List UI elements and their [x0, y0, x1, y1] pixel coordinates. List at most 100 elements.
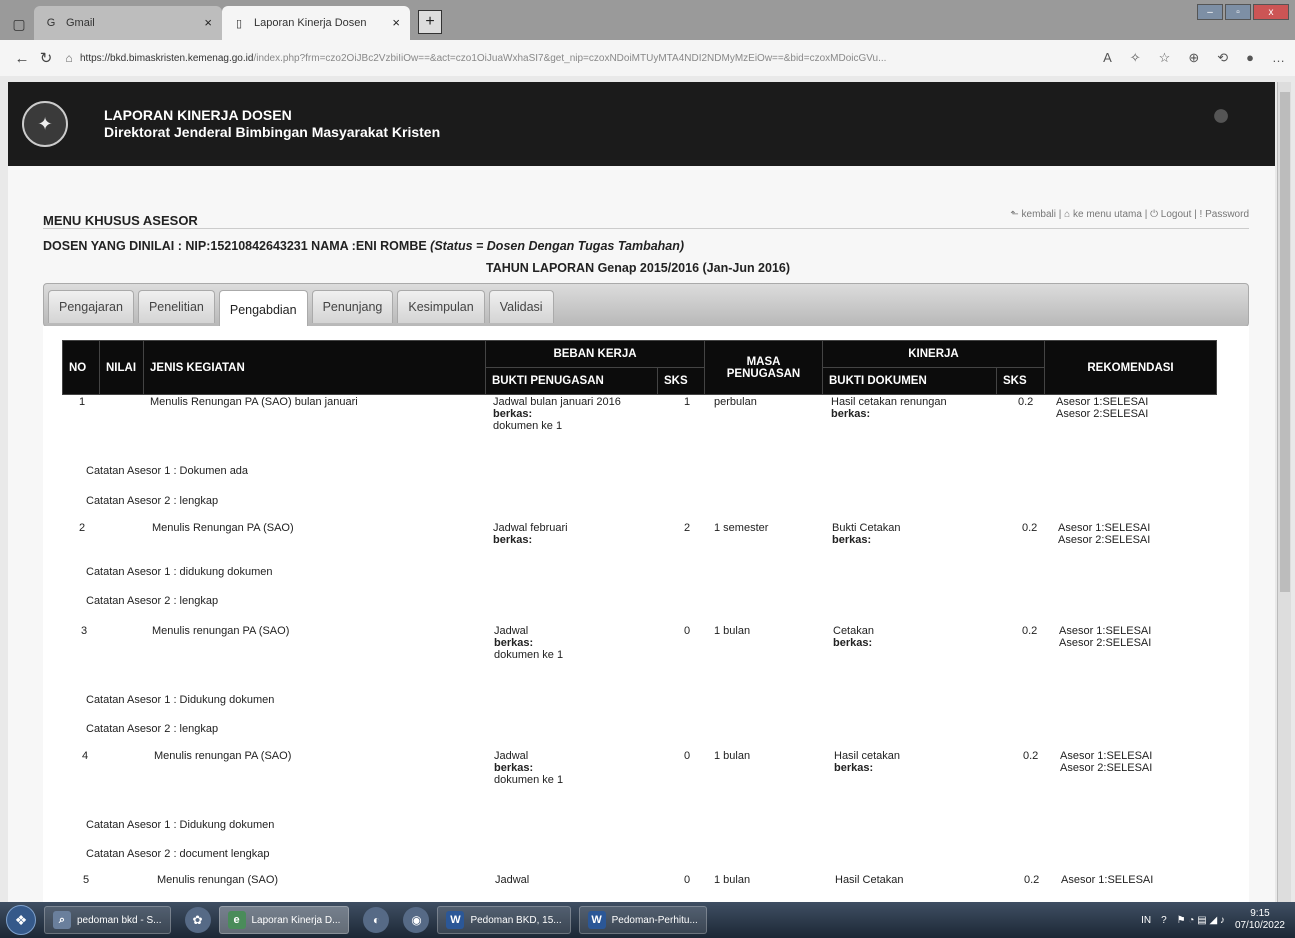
language-indicator[interactable]: IN	[1141, 915, 1151, 926]
kemenag-logo-icon: ✦	[22, 101, 68, 147]
help-icon[interactable]: ?	[1161, 915, 1167, 926]
header-beban: BEBAN KERJA	[485, 340, 705, 368]
logout-link[interactable]: Logout	[1161, 209, 1192, 220]
clock[interactable]: 9:15 07/10/2022	[1235, 908, 1285, 932]
window-controls: – ▫ x	[1197, 4, 1289, 20]
browser-tab-laporan[interactable]: ▯ Laporan Kinerja Dosen ×	[222, 6, 410, 40]
taskbar-item-search[interactable]: ⌕ pedoman bkd - S...	[44, 906, 171, 934]
row-sks: 0	[684, 625, 691, 637]
catatan-asesor-1: Catatan Asesor 1 : didukung dokumen	[86, 566, 273, 578]
row-no: 5	[83, 874, 90, 886]
row-rekomendasi: Asesor 1:SELESAI Asesor 2:SELESAI	[1058, 522, 1151, 546]
row-masa: 1 semester	[714, 522, 769, 534]
row-masa: perbulan	[714, 396, 757, 408]
browser-icon: e	[227, 911, 246, 929]
taskbar-item-browser[interactable]: e Laporan Kinerja D...	[218, 906, 350, 934]
row-jenis: Menulis renungan (SAO)	[157, 874, 279, 886]
category-tabs: Pengajaran Penelitian Pengabdian Penunja…	[43, 283, 1249, 328]
dosen-status: (Status = Dosen Dengan Tugas Tambahan)	[430, 239, 685, 253]
url-field[interactable]: https://bkd.bimaskristen.kemenag.go.id/i…	[80, 53, 1093, 64]
password-link[interactable]: Password	[1205, 209, 1249, 220]
profile-icon[interactable]: ●	[1246, 50, 1254, 66]
tab-pengabdian[interactable]: Pengabdian	[218, 290, 308, 328]
row-bukti-penugasan: Jadwal bulan januari 2016 berkas: dokumen …	[493, 396, 621, 432]
row-bukti-dokumen: Hasil cetakan renungan berkas:	[831, 396, 947, 420]
tab-label: Laporan Kinerja Dosen	[254, 17, 367, 29]
row-sks: 0	[684, 750, 691, 762]
catatan-asesor-1: Catatan Asesor 1 : Didukung dokumen	[86, 819, 275, 831]
history-icon[interactable]: ⟲	[1217, 50, 1228, 66]
row-bukti-penugasan: Jadwal berkas: dokumen ke 1	[494, 625, 564, 661]
collections-icon[interactable]: ⊕	[1188, 50, 1199, 66]
row-sks2: 0.2	[1018, 396, 1034, 408]
browser-tab-bar: ▢ G Gmail × ▯ Laporan Kinerja Dosen × + …	[0, 0, 1295, 40]
minimize-button[interactable]: –	[1197, 4, 1223, 20]
catatan-asesor-2: Catatan Asesor 2 : lengkap	[86, 723, 219, 735]
logout-icon: ⏻	[1150, 209, 1158, 220]
app-icon[interactable]: ◐	[363, 907, 390, 933]
row-no: 1	[79, 396, 86, 408]
close-icon[interactable]: ×	[204, 15, 212, 30]
row-sks2: 0.2	[1022, 625, 1038, 637]
firefox-icon[interactable]: ◉	[403, 907, 430, 933]
row-sks: 1	[684, 396, 691, 408]
address-bar: ← ↻ ⌂ https://bkd.bimaskristen.kemenag.g…	[0, 40, 1295, 76]
file-link[interactable]: dokumen ke 1	[493, 420, 562, 432]
extensions-icon[interactable]: ✧	[1130, 50, 1141, 66]
app-icon[interactable]: ✿	[184, 907, 211, 933]
tab-validasi[interactable]: Validasi	[488, 290, 554, 323]
system-tray: IN ? ⚑ ◔ ▤ ◢ ♪ 9:15 07/10/2022	[1141, 908, 1285, 932]
row-rekomendasi: Asesor 1:SELESAI Asesor 2:SELESAI	[1060, 750, 1153, 774]
header-masa: MASA PENUGASAN	[704, 340, 823, 395]
favorites-icon[interactable]: ☆	[1159, 50, 1171, 66]
menu-title: MENU KHUSUS ASESOR	[43, 213, 198, 228]
back-link[interactable]: kembali	[1022, 209, 1056, 220]
table-area: NO NILAI JENIS KEGIATAN BEBAN KERJA MASA…	[43, 326, 1249, 906]
more-icon[interactable]: …	[1272, 50, 1285, 66]
new-tab-button[interactable]: +	[418, 10, 442, 34]
browser-tab-gmail[interactable]: G Gmail ×	[34, 6, 222, 40]
close-window-button[interactable]: x	[1253, 4, 1289, 20]
catatan-asesor-1: Catatan Asesor 1 : Didukung dokumen	[86, 694, 275, 706]
row-sks2: 0.2	[1023, 750, 1039, 762]
content-panel: MENU KHUSUS ASESOR ⬑ kembali | ⌂ ke menu…	[8, 166, 1275, 906]
file-link[interactable]: dokumen ke 1	[494, 649, 563, 661]
key-icon: ǃ	[1199, 209, 1203, 220]
row-rekomendasi: Asesor 1:SELESAI	[1061, 874, 1154, 886]
refresh-icon[interactable]: ↻	[34, 49, 58, 67]
catatan-asesor-2: Catatan Asesor 2 : document lengkap	[86, 848, 270, 860]
google-icon: G	[46, 17, 56, 29]
tab-kesimpulan[interactable]: Kesimpulan	[397, 290, 485, 323]
header-rekomendasi: REKOMENDASI	[1044, 340, 1217, 395]
tab-pengajaran[interactable]: Pengajaran	[48, 290, 134, 323]
taskbar-item-word-1[interactable]: W Pedoman BKD, 15...	[437, 906, 571, 934]
tahun-laporan: TAHUN LAPORAN Genap 2015/2016 (Jan-Jun 2…	[486, 261, 791, 275]
read-aloud-icon[interactable]: A	[1103, 50, 1112, 66]
tray-icons[interactable]: ⚑ ◔ ▤ ◢ ♪	[1177, 915, 1225, 926]
scroll-thumb[interactable]	[1280, 92, 1290, 592]
window-menu-icon[interactable]: ▢	[4, 8, 34, 40]
lock-icon[interactable]: ⌂	[58, 51, 80, 65]
tab-penelitian[interactable]: Penelitian	[137, 290, 215, 323]
tab-penunjang[interactable]: Penunjang	[311, 290, 394, 323]
start-button[interactable]: ❖	[6, 905, 36, 935]
row-rekomendasi: Asesor 1:SELESAI Asesor 2:SELESAI	[1059, 625, 1152, 649]
close-icon[interactable]: ×	[392, 15, 400, 30]
row-bukti-penugasan: Jadwal	[495, 874, 530, 886]
back-arrow-icon[interactable]: ←	[10, 50, 34, 67]
main-menu-link[interactable]: ke menu utama	[1073, 209, 1142, 220]
maximize-button[interactable]: ▫	[1225, 4, 1251, 20]
row-bukti-dokumen: Hasil Cetakan	[835, 874, 904, 886]
back-icon: ⬑	[1010, 209, 1019, 220]
user-avatar-icon[interactable]: ●	[1203, 96, 1239, 136]
row-no: 2	[79, 522, 86, 534]
row-sks: 0	[684, 874, 691, 886]
top-links: ⬑ kembali | ⌂ ke menu utama | ⏻ Logout |…	[1010, 209, 1249, 220]
page-scrollbar[interactable]	[1277, 82, 1291, 902]
word-icon: W	[446, 911, 465, 929]
taskbar-item-word-2[interactable]: W Pedoman-Perhitu...	[578, 906, 707, 934]
file-link[interactable]: dokumen ke 1	[494, 774, 563, 786]
row-bukti-dokumen: Cetakan berkas:	[833, 625, 874, 649]
header-sks2: SKS	[996, 367, 1045, 395]
word-icon: W	[587, 911, 606, 929]
